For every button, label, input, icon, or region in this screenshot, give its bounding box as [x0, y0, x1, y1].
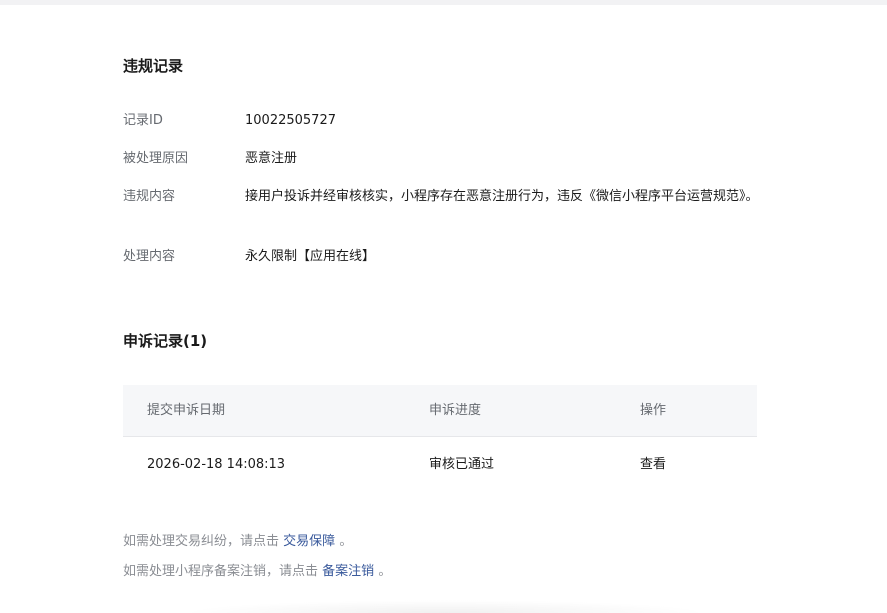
view-appeal-link[interactable]: 查看 [640, 437, 666, 492]
header-progress: 申诉进度 [429, 403, 482, 418]
appeal-progress-cell: 审核已通过 [429, 457, 495, 472]
filing-cancel-link[interactable]: 备案注销 [322, 564, 374, 579]
appeal-table-header: 提交申诉日期 申诉进度 操作 [123, 385, 757, 437]
reason-value: 恶意注册 [245, 151, 298, 166]
violation-content-value: 接用户投诉并经审核核实，小程序存在恶意注册行为，违反《微信小程序平台运营规范》。 [245, 189, 759, 204]
table-row: 2026-02-18 14:08:13 审核已通过 查看 [123, 437, 757, 492]
cancel-note-prefix: 如需处理小程序备案注销，请点击 [123, 564, 319, 579]
cancel-note: 如需处理小程序备案注销，请点击 备案注销 。 [123, 562, 391, 582]
trade-protection-link[interactable]: 交易保障 [283, 534, 335, 549]
record-id-value: 10022505727 [245, 113, 336, 128]
handling-value: 永久限制【应用在线】 [245, 249, 376, 264]
violation-section-title: 违规记录 [123, 57, 184, 75]
violation-content-label: 违规内容 [123, 189, 176, 204]
reason-label: 被处理原因 [123, 151, 189, 166]
header-action: 操作 [640, 403, 667, 418]
appeal-table: 提交申诉日期 申诉进度 操作 2026-02-18 14:08:13 审核已通过… [123, 385, 757, 492]
appeal-date-cell: 2026-02-18 14:08:13 [147, 457, 286, 472]
bottom-shadow [180, 600, 710, 613]
dispute-note-suffix: 。 [339, 534, 353, 549]
dispute-note-prefix: 如需处理交易纠纷，请点击 [123, 534, 280, 549]
appeal-section-title: 申诉记录(1) [123, 332, 208, 350]
top-divider-strip [0, 0, 887, 5]
record-id-label: 记录ID [123, 113, 163, 128]
cancel-note-suffix: 。 [378, 564, 392, 579]
dispute-note: 如需处理交易纠纷，请点击 交易保障 。 [123, 532, 352, 552]
handling-label: 处理内容 [123, 249, 176, 264]
header-date: 提交申诉日期 [147, 403, 226, 418]
